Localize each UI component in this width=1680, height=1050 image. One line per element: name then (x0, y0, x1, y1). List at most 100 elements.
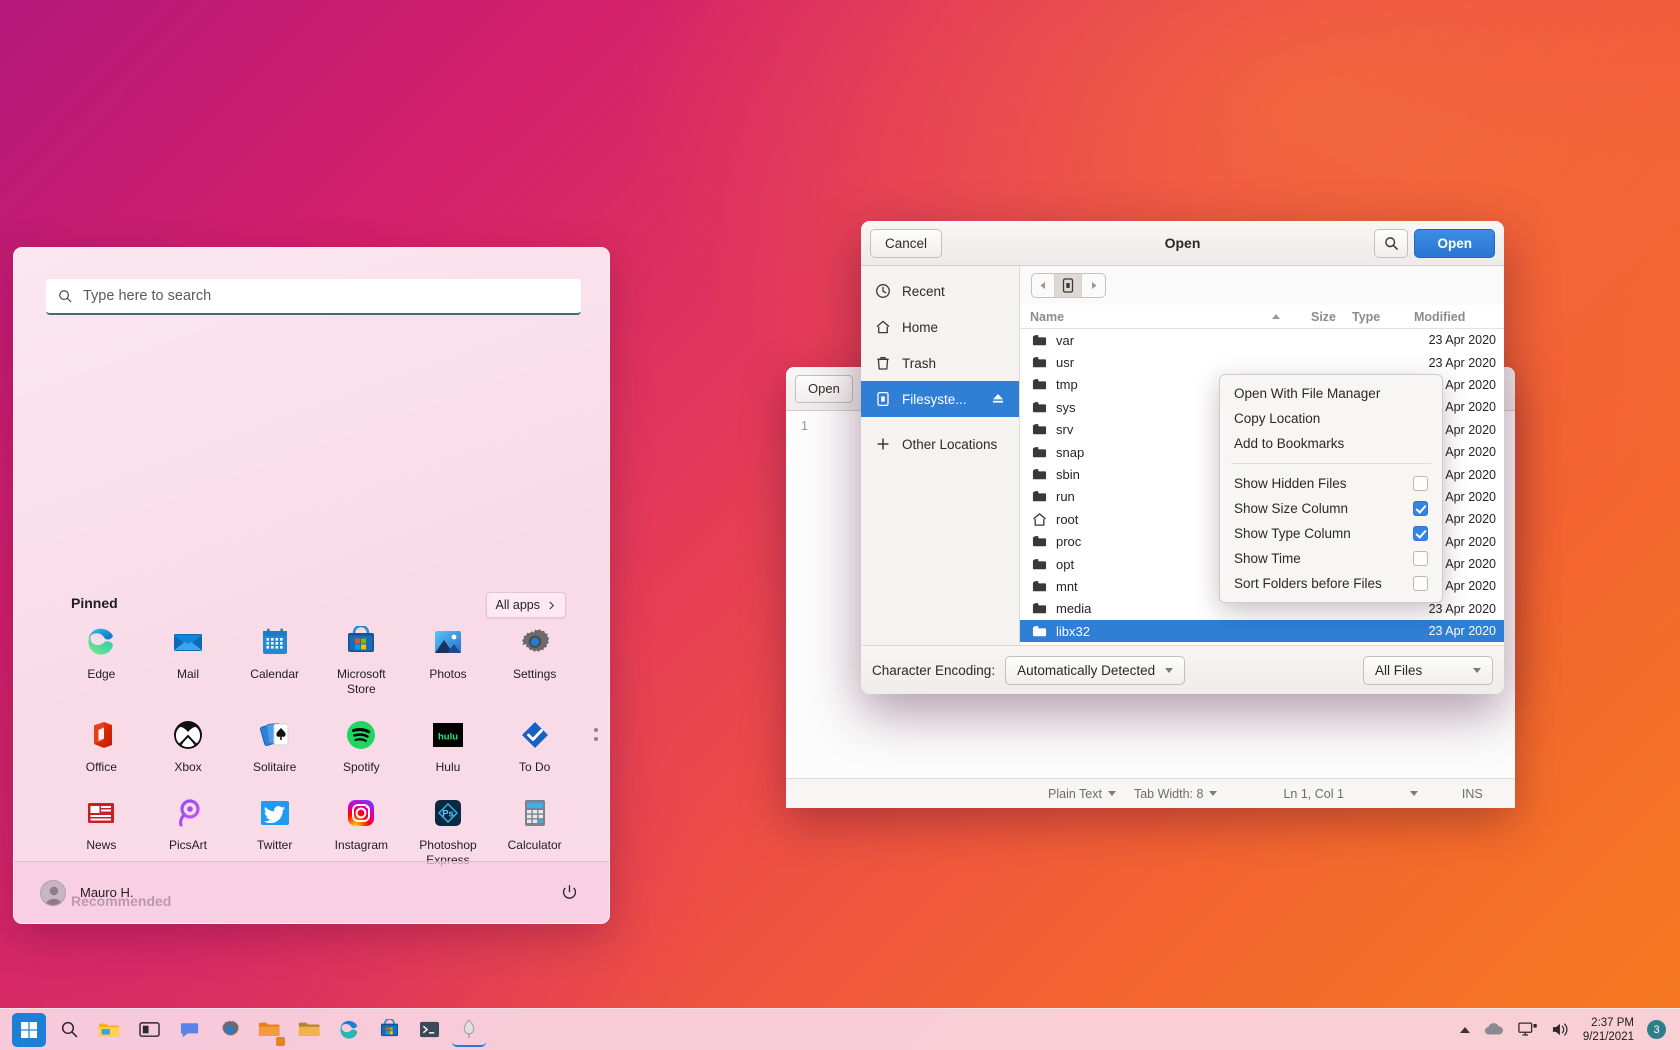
sidebar-item-home[interactable]: Home (861, 309, 1019, 345)
chevron-up-icon[interactable] (1460, 1027, 1470, 1033)
drive-icon (875, 391, 891, 407)
windows-logo-icon (20, 1021, 38, 1039)
column-header-name[interactable]: Name (1020, 310, 1288, 324)
context-menu-item[interactable]: Add to Bookmarks (1220, 431, 1442, 456)
path-prev-button[interactable] (1032, 274, 1055, 297)
sidebar-label: Home (902, 320, 938, 335)
network-icon[interactable] (1518, 1021, 1538, 1038)
path-next-button[interactable] (1082, 274, 1105, 297)
sidebar-item-trash[interactable]: Trash (861, 345, 1019, 381)
mail-icon (172, 626, 204, 658)
folder-icon (1032, 534, 1047, 549)
app-tile-news[interactable]: News (58, 797, 145, 868)
search-input[interactable]: Type here to search (46, 279, 581, 315)
menu-item-checkbox[interactable] (1413, 526, 1428, 541)
app-tile-instagram[interactable]: Instagram (318, 797, 405, 868)
context-menu-item[interactable]: Show Time (1220, 546, 1442, 571)
status-language[interactable]: Plain Text (1048, 787, 1116, 801)
eject-icon[interactable] (991, 391, 1005, 408)
app-label: Spotify (343, 760, 380, 775)
app-tile-calendar[interactable]: Calendar (231, 626, 318, 697)
app-tile-twitter[interactable]: Twitter (231, 797, 318, 868)
app-tile-picsart[interactable]: PicsArt (145, 797, 232, 868)
power-button[interactable] (555, 879, 583, 907)
file-row[interactable]: libx3223 Apr 2020 (1020, 620, 1504, 642)
volume-icon[interactable] (1551, 1021, 1570, 1038)
clock-time: 2:37 PM (1583, 1016, 1634, 1030)
start-menu: Type here to search Pinned All apps Edge (13, 247, 610, 924)
chat-button[interactable] (172, 1013, 206, 1047)
file-name: var (1056, 333, 1074, 348)
settings-button[interactable] (212, 1013, 246, 1047)
column-header-size[interactable]: Size (1288, 310, 1344, 324)
file-explorer-button[interactable] (92, 1013, 126, 1047)
app-tile-xbox[interactable]: Xbox (145, 719, 232, 775)
app-tile-spotify[interactable]: Spotify (318, 719, 405, 775)
user-name[interactable]: Mauro H. (80, 885, 133, 900)
page-indicator[interactable] (594, 728, 598, 741)
store-taskbar-button[interactable] (372, 1013, 406, 1047)
app-label: Edge (87, 667, 115, 682)
avatar[interactable] (40, 880, 66, 906)
all-apps-button[interactable]: All apps (486, 592, 566, 618)
app-tile-mail[interactable]: Mail (145, 626, 232, 697)
status-chevron-down-icon[interactable] (1410, 791, 1418, 796)
sidebar-item-filesystem[interactable]: Filesyste... (861, 381, 1019, 417)
home-folder-icon (1032, 512, 1047, 527)
folder-icon (1032, 624, 1047, 639)
files-blue-button[interactable] (292, 1013, 326, 1047)
menu-item-checkbox[interactable] (1413, 476, 1428, 491)
app-tile-calculator[interactable]: Calculator (491, 797, 578, 868)
encoding-combo[interactable]: Automatically Detected (1005, 656, 1185, 685)
clock[interactable]: 2:37 PM 9/21/2021 (1583, 1016, 1634, 1044)
menu-item-label: Copy Location (1234, 411, 1320, 426)
onedrive-cloud-icon[interactable] (1483, 1022, 1505, 1037)
app-label: News (86, 838, 116, 853)
menu-item-label: Sort Folders before Files (1234, 576, 1382, 591)
cancel-button[interactable]: Cancel (870, 229, 942, 258)
context-menu-item[interactable]: Show Type Column (1220, 521, 1442, 546)
app-tile-office[interactable]: Office (58, 719, 145, 775)
app-tile-hulu[interactable]: hulu Hulu (405, 719, 492, 775)
notification-badge[interactable]: 3 (1647, 1020, 1666, 1039)
column-header-type[interactable]: Type (1344, 310, 1406, 324)
status-tab-width-label: Tab Width: 8 (1134, 787, 1203, 801)
search-button[interactable] (1374, 229, 1408, 258)
menu-item-checkbox[interactable] (1413, 501, 1428, 516)
gedit-open-button[interactable]: Open (795, 375, 853, 403)
terminal-button[interactable] (412, 1013, 446, 1047)
context-menu-item[interactable]: Open With File Manager (1220, 381, 1442, 406)
context-menu-item[interactable]: Show Size Column (1220, 496, 1442, 521)
menu-item-checkbox[interactable] (1413, 576, 1428, 591)
sidebar-item-recent[interactable]: Recent (861, 273, 1019, 309)
context-menu-item[interactable]: Sort Folders before Files (1220, 571, 1442, 596)
places-sidebar: Recent Home Trash (861, 266, 1020, 645)
menu-item-label: Show Size Column (1234, 501, 1348, 516)
app-tile-photoshop-express[interactable]: Ps Photoshop Express (405, 797, 492, 868)
open-button[interactable]: Open (1414, 229, 1495, 258)
context-menu-item[interactable]: Copy Location (1220, 406, 1442, 431)
file-filter-combo[interactable]: All Files (1363, 656, 1493, 685)
sidebar-label: Trash (902, 356, 936, 371)
path-filesystem-button[interactable] (1055, 274, 1082, 297)
search-taskbar-button[interactable] (52, 1013, 86, 1047)
app-tile-microsoft-store[interactable]: Microsoft Store (318, 626, 405, 697)
sidebar-item-other-locations[interactable]: Other Locations (861, 426, 1019, 462)
context-menu-item[interactable]: Show Hidden Files (1220, 471, 1442, 496)
app-tile-settings[interactable]: Settings (491, 626, 578, 697)
app-tile-photos[interactable]: Photos (405, 626, 492, 697)
edge-taskbar-button[interactable] (332, 1013, 366, 1047)
column-header-modified[interactable]: Modified (1406, 310, 1504, 324)
status-tab-width[interactable]: Tab Width: 8 (1134, 787, 1217, 801)
app-tile-todo[interactable]: To Do (491, 719, 578, 775)
app-tile-edge[interactable]: Edge (58, 626, 145, 697)
task-view-button[interactable] (132, 1013, 166, 1047)
microsoft-store-icon (345, 626, 377, 658)
gedit-taskbar-button[interactable] (452, 1013, 486, 1047)
start-button[interactable] (12, 1013, 46, 1047)
file-row[interactable]: var23 Apr 2020 (1020, 329, 1504, 351)
files-orange-button[interactable] (252, 1013, 286, 1047)
app-tile-solitaire[interactable]: Solitaire (231, 719, 318, 775)
file-row[interactable]: usr23 Apr 2020 (1020, 351, 1504, 373)
menu-item-checkbox[interactable] (1413, 551, 1428, 566)
